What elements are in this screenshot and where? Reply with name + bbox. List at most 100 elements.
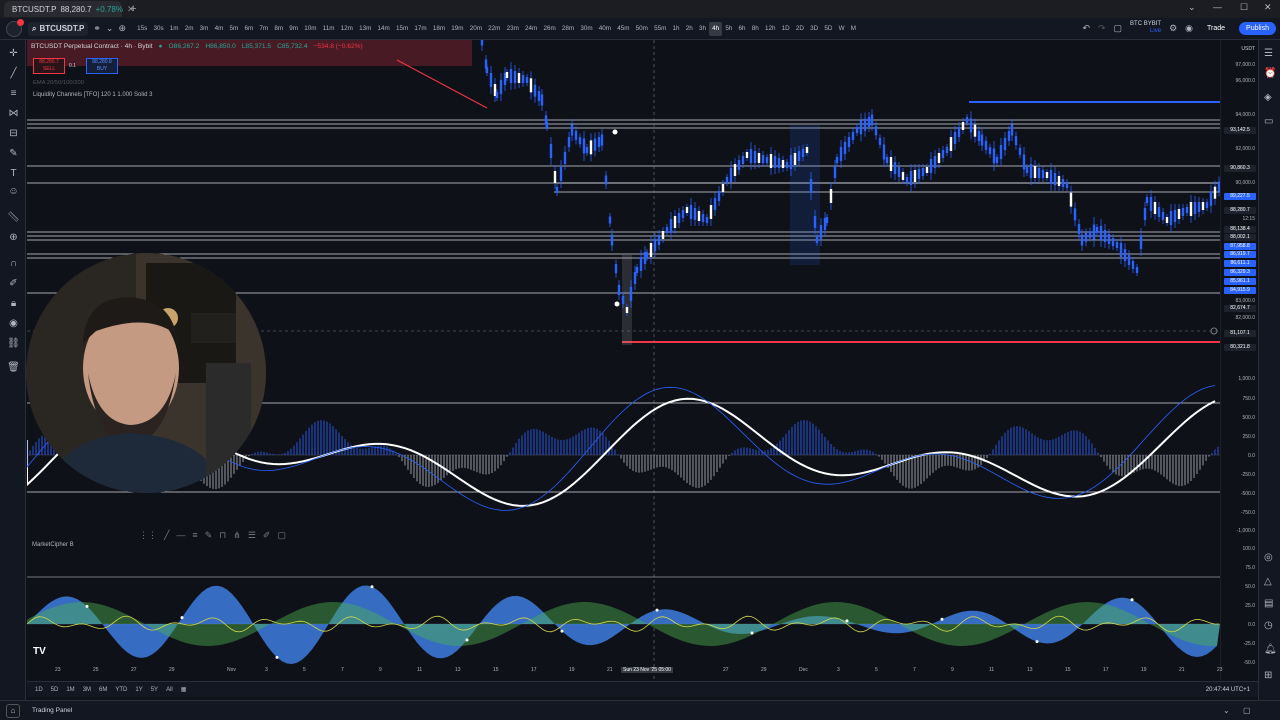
interval-45m[interactable]: 45m [614,22,632,36]
eye-icon[interactable]: ● [159,43,163,50]
lock-icon[interactable]: 🔒︎ [7,298,20,309]
range-1d[interactable]: 1D [35,687,43,693]
interval-3m[interactable]: 3m [197,22,212,36]
pencil-icon[interactable]: ✐ [263,530,271,541]
interval-9m[interactable]: 9m [286,22,301,36]
interval-8h[interactable]: 8h [749,22,762,36]
interval-30m[interactable]: 30m [577,22,595,36]
forecast-icon[interactable]: ⊓ [219,530,226,541]
chevron-down-icon[interactable]: ⌄ [106,23,114,34]
pencil-lock-icon[interactable]: ✐ [7,278,20,289]
notifications-icon[interactable]: 🔔︎ [1264,644,1277,655]
fullscreen-icon[interactable]: ▢ [1114,23,1123,34]
brush-icon[interactable]: ✎ [7,148,20,159]
interval-28m[interactable]: 28m [559,22,577,36]
trash-icon[interactable]: 🗑︎ [7,362,20,373]
fib-icon[interactable]: ≡ [7,88,20,99]
range-all[interactable]: All [166,687,173,693]
broker-label[interactable]: BTC BYBIT Live [1130,21,1161,35]
magnet-icon[interactable]: ∩ [7,258,20,269]
trendline-icon[interactable]: ╱ [7,68,20,79]
maximize-icon[interactable]: ▢ [1243,706,1251,715]
target-icon[interactable]: ◎ [1264,552,1273,563]
interval-1D[interactable]: 1D [779,22,793,36]
marketcipher-label[interactable]: MarketCipher B [32,542,74,548]
interval-2h[interactable]: 2h [683,22,696,36]
ray-icon[interactable]: ― [176,530,185,540]
drag-handle-icon[interactable]: ⋮⋮ [139,530,157,541]
crosshair-icon[interactable]: ✛ [7,48,20,59]
zoom-icon[interactable]: ⊕ [7,232,20,243]
interval-17m[interactable]: 17m [411,22,429,36]
rectangle-icon[interactable]: ▢ [277,530,286,541]
fib-icon[interactable]: ≡ [192,530,197,540]
range-1m[interactable]: 1M [66,687,74,693]
chevron-down-icon[interactable]: ⌄ [1188,2,1196,13]
compare-add-icon[interactable]: ⊕ [118,23,126,34]
snapshot-icon[interactable]: ◉ [1185,23,1193,34]
interval-14m[interactable]: 14m [374,22,392,36]
interval-15m[interactable]: 15m [393,22,411,36]
interval-26m[interactable]: 26m [540,22,558,36]
interval-22m[interactable]: 22m [485,22,503,36]
interval-5h[interactable]: 5h [722,22,735,36]
browser-tab[interactable]: BTCUSDT.P 88,280.7 +0.78% ✕ [4,1,135,17]
interval-12h[interactable]: 12h [762,22,779,36]
symbol-search[interactable]: ⌕ BTCUSDT.P [28,21,89,36]
currency-label[interactable]: USDT [1241,46,1255,52]
calendar-icon[interactable]: ▤ [1264,598,1273,609]
pattern-icon[interactable]: ⋈ [7,108,20,119]
interval-50m[interactable]: 50m [633,22,651,36]
pitchfork-icon[interactable]: ⋔ [233,530,241,541]
interval-20m[interactable]: 20m [467,22,485,36]
interval-55m[interactable]: 55m [651,22,669,36]
interval-5D[interactable]: 5D [821,22,835,36]
interval-30s[interactable]: 30s [150,22,166,36]
emoji-icon[interactable]: ☺ [7,186,20,197]
ideas-icon[interactable]: △ [1264,576,1272,587]
link-icon[interactable]: ⛓ [7,338,20,349]
brush-icon[interactable]: ✎ [205,530,213,541]
hotlist-icon[interactable]: ◷ [1264,620,1273,631]
interval-2D[interactable]: 2D [793,22,807,36]
interval-3h[interactable]: 3h [696,22,709,36]
interval-40m[interactable]: 40m [596,22,614,36]
ema-indicator-label[interactable]: EMA 20/50/100/200 [33,80,84,86]
interval-11m[interactable]: 11m [320,22,338,36]
trading-panel-label[interactable]: Trading Panel [32,707,72,714]
range-3m[interactable]: 3M [83,687,91,693]
interval-23m[interactable]: 23m [504,22,522,36]
interval-5m[interactable]: 5m [226,22,241,36]
range-6m[interactable]: 6M [99,687,107,693]
alerts-icon[interactable]: ⏰ [1264,68,1276,79]
interval-W[interactable]: W [836,22,848,36]
interval-4h[interactable]: 4h [709,21,723,36]
channel-icon[interactable]: ☰ [248,530,256,541]
exchange-icon[interactable]: ⚭ [93,23,101,34]
interval-1h[interactable]: 1h [669,22,682,36]
projection-icon[interactable]: ⊟ [7,128,20,139]
interval-6h[interactable]: 6h [735,22,748,36]
price-axis[interactable]: USDT 97,000.0 96,000.0 94,000.0 93,142.5 92,… [1220,40,1258,680]
chevron-down-icon[interactable]: ⌄ [1223,706,1230,715]
text-icon[interactable]: T [7,168,20,179]
liquidity-indicator-label[interactable]: Liquidity Channels [TFO] 120 1 1.000 Sol… [33,92,152,98]
range-ytd[interactable]: YTD [115,687,127,693]
interval-1m[interactable]: 1m [167,22,182,36]
eye-icon[interactable]: ◉ [7,318,20,329]
clock[interactable]: 20:47:44 UTC+1 [1206,687,1250,693]
range-5d[interactable]: 5D [51,687,59,693]
calendar-icon[interactable]: ▦ [181,686,187,693]
interval-M[interactable]: M [848,22,859,36]
sell-button[interactable]: 88,280.7 SELL [33,58,65,74]
tradingview-icon[interactable]: ⌂ [6,704,20,718]
interval-18m[interactable]: 18m [430,22,448,36]
interval-15s[interactable]: 15s [134,22,150,36]
interval-8m[interactable]: 8m [271,22,286,36]
trade-button[interactable]: Trade [1201,23,1231,34]
interval-3D[interactable]: 3D [807,22,821,36]
tradingview-logo-icon[interactable]: TV [33,646,46,657]
interval-6m[interactable]: 6m [241,22,256,36]
range-5y[interactable]: 5Y [151,687,158,693]
settings-icon[interactable]: ⚙ [1169,23,1177,34]
